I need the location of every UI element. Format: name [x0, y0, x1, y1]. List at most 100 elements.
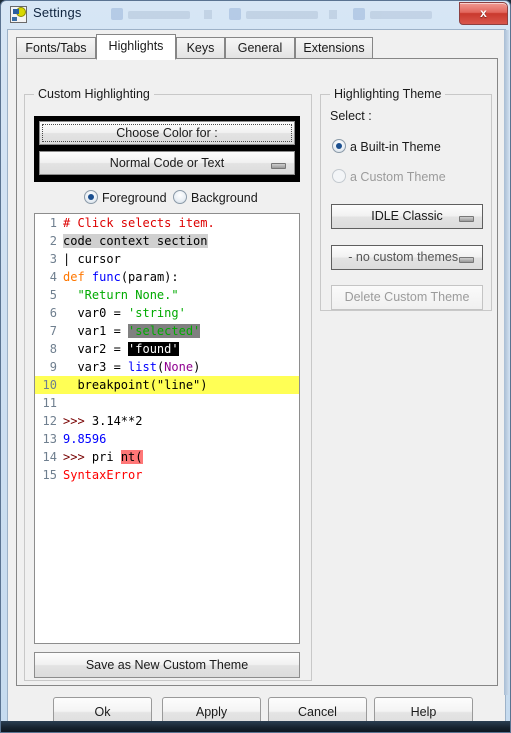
code-line: 11 [35, 394, 299, 412]
tab-fonts-tabs[interactable]: Fonts/Tabs [16, 37, 96, 59]
custom-highlighting-title: Custom Highlighting [34, 87, 154, 101]
code-console-output[interactable]: 9.8596 [63, 432, 106, 446]
highlight-target-option-menu[interactable]: Normal Code or Text [39, 151, 295, 175]
select-label: Select : [330, 109, 372, 123]
custom-theme-label: a Custom Theme [350, 170, 446, 184]
highlight-target-label: Normal Code or Text [109, 156, 225, 170]
option-menu-indicator-icon [459, 257, 474, 263]
code-line: 5 "Return None." [35, 286, 299, 304]
tab-keys[interactable]: Keys [176, 37, 225, 59]
python-idle-icon [10, 6, 27, 23]
line-number: 13 [42, 432, 57, 446]
line-number: 4 [49, 270, 57, 284]
foreground-label: Foreground [102, 191, 167, 205]
tab-general[interactable]: General [225, 37, 295, 59]
line-number: 15 [42, 468, 57, 482]
highlighting-theme-group: Highlighting Theme Select : a Built-in T… [320, 87, 492, 311]
code-normal[interactable]: var3 = [63, 360, 128, 374]
code-normal[interactable]: 3.14**2 [85, 414, 143, 428]
line-number: 5 [49, 288, 57, 302]
line-number: 12 [42, 414, 57, 428]
radio-indicator-icon [332, 139, 346, 153]
line-number: 2 [49, 234, 57, 248]
line-number: 10 [42, 378, 57, 392]
code-line: 7 var1 = 'selected' [35, 322, 299, 340]
custom-theme-radio[interactable]: a Custom Theme [332, 169, 446, 184]
code-console-prompt[interactable]: >>> [63, 414, 85, 428]
code-normal[interactable]: var1 = [63, 324, 128, 338]
code-line: 1 # Click selects item. [35, 214, 299, 232]
line-number: 11 [42, 396, 57, 410]
background-window-ghost-3 [353, 8, 448, 22]
code-line-breakpoint: 10 breakpoint("line") [35, 376, 299, 394]
line-number: 6 [49, 306, 57, 320]
code-builtin[interactable]: list [128, 360, 157, 374]
line-number: 7 [49, 324, 57, 338]
highlight-sample-text[interactable]: 1 # Click selects item. 2 code context sec… [34, 213, 300, 644]
line-number: 14 [42, 450, 57, 464]
desktop-background [1, 721, 510, 732]
code-line: 3 | cursor [35, 250, 299, 268]
tab-extensions[interactable]: Extensions [295, 37, 373, 59]
code-line: 2 code context section [35, 232, 299, 250]
color-chooser-frame: Choose Color for : Normal Code or Text [34, 116, 300, 182]
code-line: 6 var0 = 'string' [35, 304, 299, 322]
builtin-theme-option-menu[interactable]: IDLE Classic [331, 204, 483, 229]
code-keyword[interactable]: def [63, 270, 85, 284]
custom-theme-option-menu[interactable]: - no custom themes - [331, 245, 483, 270]
settings-window: Settings x Fonts/Tabs Highlights Keys Ge… [0, 0, 511, 733]
code-normal[interactable]: cursor [70, 252, 120, 266]
window-right-edge [504, 30, 509, 695]
close-button[interactable]: x [459, 2, 508, 25]
code-line: 12 >>> 3.14**2 [35, 412, 299, 430]
code-line: 13 9.8596 [35, 430, 299, 448]
builtin-theme-value: IDLE Classic [371, 209, 443, 223]
builtin-theme-label: a Built-in Theme [350, 140, 441, 154]
code-line: 15 SyntaxError [35, 466, 299, 484]
background-radio[interactable]: Background [173, 190, 258, 205]
radio-indicator-icon [173, 190, 187, 204]
save-as-new-custom-theme-button[interactable]: Save as New Custom Theme [34, 652, 300, 678]
line-number: 9 [49, 360, 57, 374]
code-context[interactable]: code context section [63, 234, 208, 248]
background-window-ghost-2 [229, 8, 341, 22]
code-error-highlight[interactable]: nt( [120, 450, 143, 464]
code-selected-string[interactable]: 'selected' [128, 324, 201, 338]
line-number: 3 [49, 252, 57, 266]
code-console-prompt[interactable]: >>> [63, 450, 85, 464]
code-line: 14 >>> pri nt( [35, 448, 299, 466]
custom-highlighting-group: Custom Highlighting Choose Color for : N… [24, 87, 312, 681]
radio-indicator-icon [332, 169, 346, 183]
delete-custom-theme-button[interactable]: Delete Custom Theme [331, 285, 483, 310]
custom-theme-value: - no custom themes - [348, 250, 466, 264]
code-normal[interactable]: var2 = [63, 342, 128, 356]
code-definition[interactable]: func [92, 270, 121, 284]
code-line: 9 var3 = list(None) [35, 358, 299, 376]
code-line: 8 var2 = 'found' [35, 340, 299, 358]
background-window-ghost-1 [111, 8, 216, 22]
option-menu-indicator-icon [459, 216, 474, 222]
code-comment[interactable]: # Click selects item. [63, 216, 215, 230]
code-found-string[interactable]: 'found' [128, 342, 179, 356]
choose-color-button[interactable]: Choose Color for : [39, 121, 295, 145]
title-bar[interactable]: Settings x [1, 1, 510, 29]
settings-dialog: Fonts/Tabs Highlights Keys General Exten… [7, 29, 506, 727]
focus-outline [42, 124, 292, 142]
code-string[interactable]: "Return None." [63, 288, 178, 302]
foreground-radio[interactable]: Foreground [84, 190, 167, 205]
builtin-theme-radio[interactable]: a Built-in Theme [332, 139, 441, 154]
code-normal[interactable]: var0 = [63, 306, 128, 320]
line-number: 1 [49, 216, 57, 230]
code-error-text[interactable]: SyntaxError [63, 468, 142, 482]
code-normal[interactable]: pri [85, 450, 121, 464]
tab-highlights[interactable]: Highlights [96, 34, 176, 60]
code-string[interactable]: 'string' [128, 306, 186, 320]
line-number: 8 [49, 342, 57, 356]
code-keyword-none[interactable]: None [164, 360, 193, 374]
code-normal[interactable]: (param): [121, 270, 179, 284]
radio-indicator-icon [84, 190, 98, 204]
window-title: Settings [33, 5, 82, 20]
code-breakpoint[interactable]: breakpoint("line") [63, 378, 207, 392]
background-label: Background [191, 191, 258, 205]
code-line: 4 def func(param): [35, 268, 299, 286]
